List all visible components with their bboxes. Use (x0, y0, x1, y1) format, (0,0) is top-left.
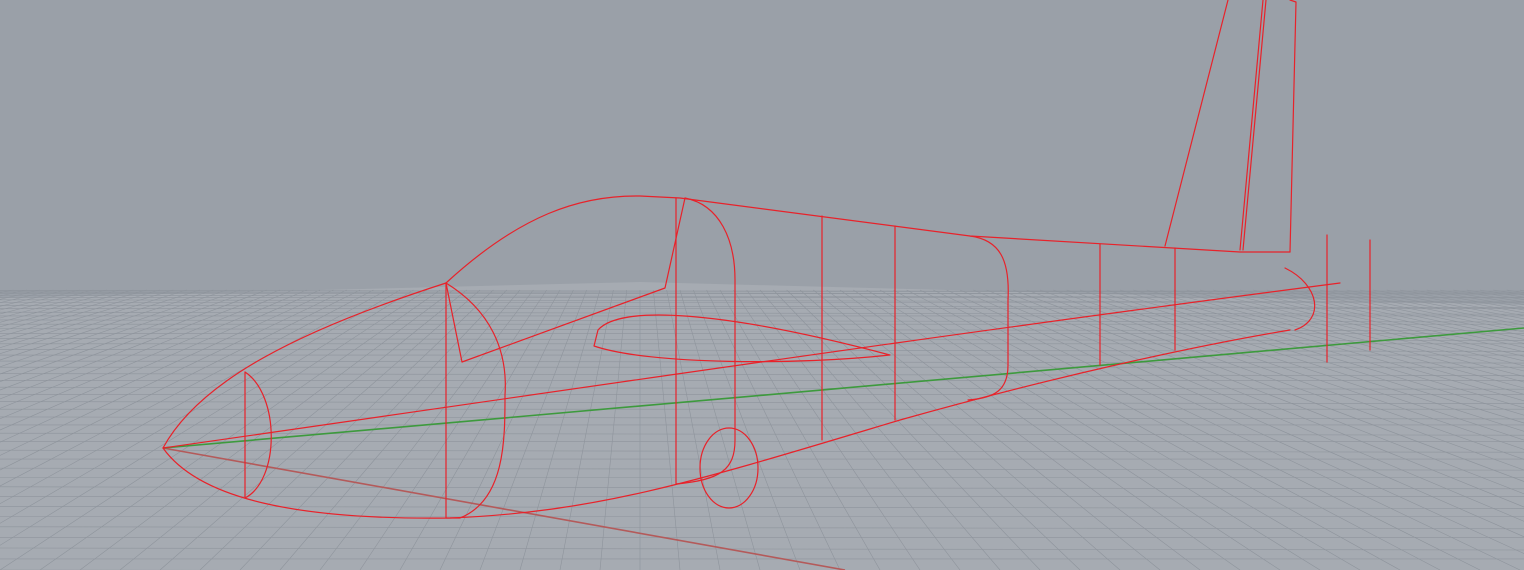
rudder-trailing-edge[interactable] (1289, 0, 1297, 253)
perspective-viewport[interactable] (0, 0, 1524, 570)
ground-plane (0, 282, 1524, 570)
vertical-stabilizer-hinge-line[interactable] (1239, 0, 1267, 251)
viewport-canvas[interactable] (0, 0, 1524, 570)
vertical-stabilizer-leading-edge[interactable] (1164, 0, 1229, 247)
